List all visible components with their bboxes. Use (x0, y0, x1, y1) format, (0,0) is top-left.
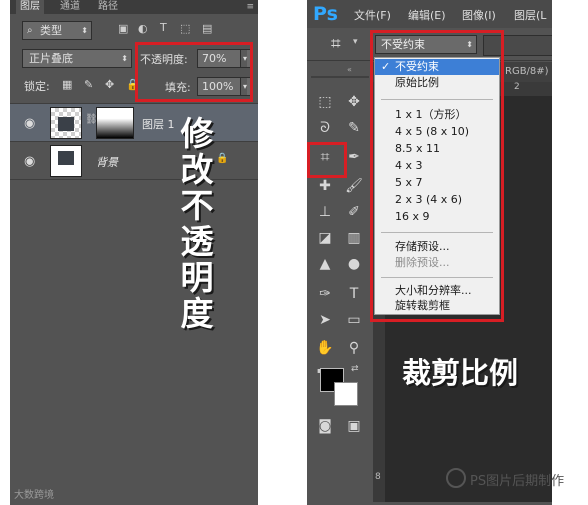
gradient-tool-icon[interactable]: ▥ (343, 228, 365, 248)
smart-object-filter-icon[interactable]: ▤ (202, 22, 212, 35)
marquee-tool-icon[interactable]: ⬚ (314, 92, 336, 112)
brush-tool-icon[interactable]: 🖌 (343, 176, 365, 196)
lasso-tool-icon[interactable]: ᘐ (314, 118, 336, 138)
menu-layer[interactable]: 图层(L (514, 7, 546, 23)
layer-row[interactable]: ◉ 背景 🔒 (10, 141, 258, 180)
menu-bar: Ps 文件(F) 编辑(E) 图像(I) 图层(L (307, 0, 552, 28)
tab-layers[interactable]: 图层 (16, 0, 44, 14)
panel-menu-icon[interactable]: ≡ (246, 0, 254, 14)
watermark-left: 大数跨境 (14, 490, 54, 501)
tab-paths[interactable]: 路径 (94, 0, 122, 14)
lock-transparent-icon[interactable]: ▦ (62, 79, 73, 90)
highlight-opacity-box (135, 42, 253, 102)
blend-mode-value: 正片叠底 (29, 52, 73, 65)
ps-logo: Ps (313, 3, 338, 25)
ruler-mark: 8 (375, 472, 381, 482)
background-color-swatch[interactable] (334, 382, 358, 406)
screen-mode-icon[interactable]: ▣ (343, 416, 365, 436)
divider (311, 76, 369, 78)
type-tool-icon[interactable]: T (343, 284, 365, 304)
layer-mask-thumbnail[interactable] (96, 107, 134, 139)
dodge-tool-icon[interactable]: ● (343, 254, 365, 274)
menu-image[interactable]: 图像(I) (462, 7, 496, 23)
eraser-tool-icon[interactable]: ◪ (314, 228, 336, 248)
highlight-ratio-box (370, 30, 504, 322)
lock-label: 锁定: (24, 80, 50, 93)
layer-thumbnail (50, 145, 82, 177)
chevron-updown-icon: ⬍ (81, 26, 88, 35)
layer-filter-select[interactable]: ⌕ 类型 ⬍ (22, 21, 92, 40)
stamp-tool-icon[interactable]: ⊥ (314, 202, 336, 222)
move-tool-icon[interactable]: ✥ (343, 92, 365, 112)
quick-mask-icon[interactable]: ◙ (314, 416, 336, 436)
highlight-crop-tool-box (307, 142, 347, 178)
zoom-tool-icon[interactable]: ⚲ (343, 338, 365, 358)
search-icon: ⌕ (27, 25, 33, 36)
tools-panel: « ⬚ ✥ ᘐ ✎ ⌗ ✒ ✚ 🖌 ⊥ ✐ ◪ ▥ ▲ ● ✑ T ➤ ▭ ✋ … (307, 62, 373, 502)
watermark-right: PS图片后期制作 (470, 474, 565, 489)
history-brush-tool-icon[interactable]: ✐ (343, 202, 365, 222)
visibility-eye-icon[interactable]: ◉ (24, 154, 35, 169)
rectangle-tool-icon[interactable]: ▭ (343, 310, 365, 330)
healing-brush-tool-icon[interactable]: ✚ (314, 176, 336, 196)
blend-mode-select[interactable]: 正片叠底 ⬍ (22, 49, 132, 68)
quick-select-tool-icon[interactable]: ✎ (343, 118, 365, 138)
photo-thumbnail-icon (58, 151, 74, 165)
ruler-mark: 2 (514, 82, 520, 92)
photo-thumbnail-icon (58, 117, 74, 131)
image-filter-icon[interactable]: ▣ (118, 22, 128, 35)
collapse-icon[interactable]: « (347, 65, 352, 74)
filter-label: 类型 (40, 24, 62, 37)
divider (10, 179, 258, 180)
layer-thumbnail (50, 107, 82, 139)
text-filter-icon[interactable]: T (160, 21, 167, 34)
tab-channels[interactable]: 通道 (56, 0, 84, 14)
adjustment-filter-icon[interactable]: ◐ (138, 22, 148, 35)
hand-tool-icon[interactable]: ✋ (314, 338, 336, 358)
visibility-eye-icon[interactable]: ◉ (24, 116, 35, 131)
lock-position-icon[interactable]: ✥ (105, 79, 116, 90)
document-tab-title: RGB/8#) (505, 66, 549, 77)
layer-name[interactable]: 背景 (96, 154, 118, 170)
menu-file[interactable]: 文件(F) (354, 7, 391, 23)
pen-tool-icon[interactable]: ✑ (314, 284, 336, 304)
panel-tab-row: 图层 通道 路径 ≡ (10, 0, 258, 14)
crop-tool-icon[interactable]: ⌗ (331, 34, 341, 54)
layer-name[interactable]: 图层 1 (142, 116, 175, 132)
blur-tool-icon[interactable]: ▲ (314, 254, 336, 274)
menu-edit[interactable]: 编辑(E) (408, 7, 446, 23)
shape-filter-icon[interactable]: ⬚ (180, 22, 190, 35)
lock-pixels-icon[interactable]: ✎ (84, 79, 95, 90)
layer-row[interactable]: ◉ ⛓ 图层 1 (10, 103, 258, 142)
chevron-down-icon[interactable]: ▾ (353, 37, 358, 47)
caption-crop-ratio: 裁剪比例 (402, 356, 519, 390)
caption-opacity: 修改不透明度 (180, 114, 214, 333)
swap-colors-icon[interactable]: ⇄ (351, 364, 359, 374)
wechat-icon (446, 468, 466, 488)
chevron-updown-icon: ⬍ (121, 54, 128, 63)
path-selection-tool-icon[interactable]: ➤ (314, 310, 336, 330)
